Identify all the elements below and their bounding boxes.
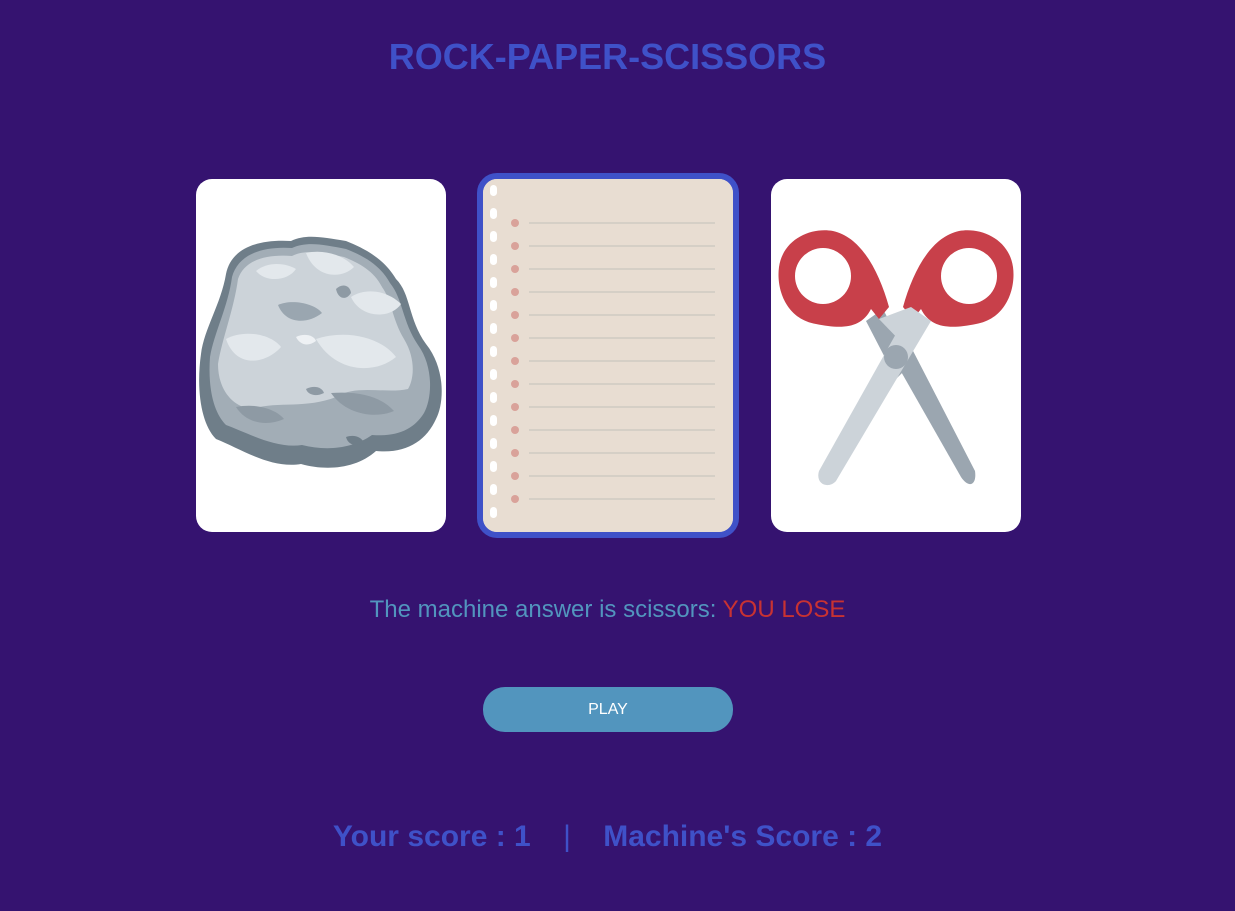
notebook-paper-icon — [483, 179, 733, 532]
rock-card[interactable] — [196, 179, 446, 532]
score-separator: | — [563, 820, 571, 853]
result-text: The machine answer is scissors: — [369, 596, 717, 623]
rock-icon — [199, 236, 442, 468]
player-score: Your score : 1 — [332, 820, 531, 853]
play-button[interactable]: PLAY — [483, 687, 733, 732]
page-title: ROCK-PAPER-SCISSORS — [388, 36, 827, 77]
paper-card[interactable] — [477, 173, 739, 538]
scissors-card[interactable] — [771, 179, 1021, 532]
score-board: Your score : 1 | Machine's Score : 2 — [0, 820, 1215, 854]
machine-score: Machine's Score : 2 — [603, 820, 883, 853]
result-outcome: YOU LOSE — [722, 596, 846, 623]
scissors-icon — [778, 230, 1014, 486]
result-message: The machine answer is scissors: YOU LOSE — [0, 596, 1215, 624]
